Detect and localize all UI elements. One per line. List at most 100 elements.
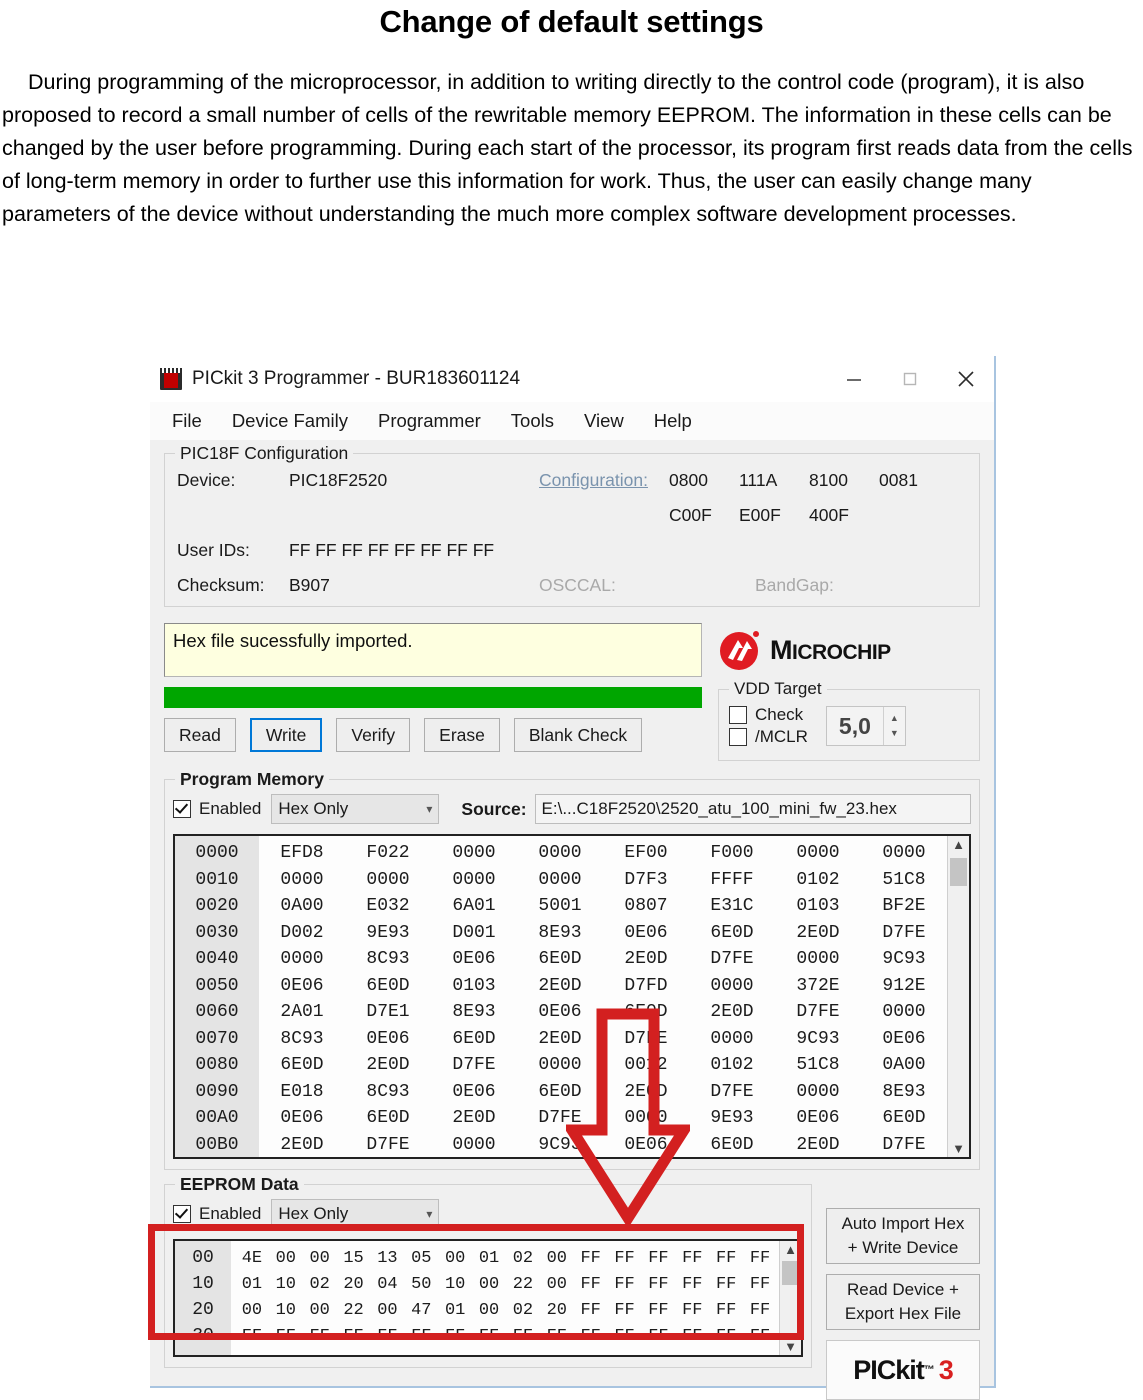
hex-data-cell[interactable]: 0000	[259, 949, 345, 969]
hex-data-cell[interactable]: FF	[709, 1301, 743, 1320]
hex-data-row[interactable]: 0E06 6E0D 2E0D D7FE 0000 9E93 0E06 6E0D	[259, 1105, 947, 1132]
hex-data-cell[interactable]: FF	[438, 1327, 472, 1346]
eeprom-view-combo[interactable]: Hex Only ▾	[271, 1199, 440, 1229]
hex-data-cell[interactable]: FF	[709, 1249, 743, 1268]
hex-data-cell[interactable]: FF	[675, 1301, 709, 1320]
close-button[interactable]	[938, 357, 994, 401]
hex-data-cell[interactable]: FF	[574, 1327, 608, 1346]
hex-data-cell[interactable]: 10	[269, 1275, 303, 1294]
hex-data-cell[interactable]: FF	[608, 1249, 642, 1268]
hex-data-cell[interactable]: FF	[303, 1327, 337, 1346]
hex-data-row[interactable]: 2A01 D7E1 8E93 0E06 6E0D 2E0D D7FE 0000	[259, 999, 947, 1026]
hex-data-cell[interactable]: 6E0D	[861, 1108, 947, 1128]
hex-data-cell[interactable]: 6E0D	[517, 949, 603, 969]
read-button[interactable]: Read	[164, 718, 236, 752]
hex-data-cell[interactable]: 6E0D	[689, 1135, 775, 1155]
hex-data-cell[interactable]: 0E06	[517, 1002, 603, 1022]
scrollbar-thumb[interactable]	[782, 1261, 799, 1285]
hex-data-cell[interactable]: 8C93	[259, 1029, 345, 1049]
hex-data-cell[interactable]: 2E0D	[431, 1108, 517, 1128]
hex-data-cell[interactable]: BF2E	[861, 896, 947, 916]
hex-data-cell[interactable]: 0E06	[431, 949, 517, 969]
hex-data-cell[interactable]: 00	[540, 1275, 574, 1294]
hex-data-row[interactable]: 00 10 00 22 00 47 01 00 02 20 FF FF FF FF FF FF	[235, 1297, 777, 1323]
hex-data-cell[interactable]: 0000	[603, 1108, 689, 1128]
hex-data-cell[interactable]: FF	[574, 1301, 608, 1320]
menu-item-help[interactable]: Help	[654, 410, 692, 432]
hex-data-cell[interactable]: 0E06	[259, 1108, 345, 1128]
menu-item-file[interactable]: File	[172, 410, 202, 432]
hex-data-cell[interactable]: 51C8	[861, 870, 947, 890]
program-memory-scrollbar[interactable]: ▲ ▼	[947, 836, 969, 1157]
vdd-stepper-down-icon[interactable]: ▼	[884, 726, 905, 741]
hex-data-cell[interactable]: F022	[345, 843, 431, 863]
vdd-voltage-stepper[interactable]: 5,0 ▲ ▼	[825, 706, 906, 746]
hex-data-cell[interactable]: 00	[438, 1249, 472, 1268]
hex-data-cell[interactable]: 20	[337, 1275, 371, 1294]
hex-data-cell[interactable]: 0102	[775, 870, 861, 890]
hex-data-cell[interactable]: FF	[642, 1327, 676, 1346]
erase-button[interactable]: Erase	[424, 718, 500, 752]
vdd-check-row[interactable]: Check	[729, 705, 808, 725]
scrollbar-thumb[interactable]	[950, 858, 967, 886]
hex-data-cell[interactable]: D7FE	[689, 949, 775, 969]
hex-data-cell[interactable]: FF	[269, 1327, 303, 1346]
hex-data-cell[interactable]: FF	[743, 1275, 777, 1294]
hex-data-cell[interactable]: 22	[506, 1275, 540, 1294]
hex-data-row[interactable]: 0E06 6E0D 0103 2E0D D7FD 0000 372E 912E	[259, 973, 947, 1000]
hex-data-cell[interactable]: FF	[608, 1327, 642, 1346]
write-button[interactable]: Write	[249, 718, 323, 752]
hex-data-cell[interactable]: 01	[235, 1275, 269, 1294]
hex-data-cell[interactable]: 00	[472, 1275, 506, 1294]
hex-data-cell[interactable]: FF	[337, 1327, 371, 1346]
hex-data-cell[interactable]: 00	[269, 1249, 303, 1268]
maximize-button[interactable]	[882, 357, 938, 401]
hex-data-cell[interactable]: 0000	[431, 870, 517, 890]
hex-data-cell[interactable]: 4E	[235, 1249, 269, 1268]
hex-data-row[interactable]: 2E0D D7FE 0000 9C93 0E06 6E0D 2E0D D7FE	[259, 1132, 947, 1159]
hex-data-cell[interactable]: 00	[303, 1301, 337, 1320]
hex-data-cell[interactable]: 0000	[517, 1055, 603, 1075]
hex-data-cell[interactable]: 9E93	[689, 1108, 775, 1128]
hex-data-cell[interactable]: FF	[743, 1249, 777, 1268]
hex-data-cell[interactable]: 6E0D	[517, 1082, 603, 1102]
hex-data-cell[interactable]: D7FE	[861, 923, 947, 943]
hex-data-cell[interactable]: D7FE	[345, 1135, 431, 1155]
hex-data-cell[interactable]: 2E0D	[517, 1029, 603, 1049]
program-memory-hex-grid[interactable]: 0000 0010 0020 0030 0040 0050 0060 0070 0080 0090…	[173, 834, 971, 1159]
configuration-link[interactable]: Configuration:	[539, 470, 669, 491]
hex-data-cell[interactable]: 0A00	[861, 1055, 947, 1075]
menu-item-view[interactable]: View	[584, 410, 624, 432]
hex-data-cell[interactable]: E018	[259, 1082, 345, 1102]
hex-data-cell[interactable]: 10	[269, 1301, 303, 1320]
hex-data-cell[interactable]: 0000	[517, 870, 603, 890]
program-memory-enabled-checkbox[interactable]	[173, 800, 191, 818]
hex-data-cell[interactable]: 0E06	[345, 1029, 431, 1049]
hex-data-cell[interactable]: 0103	[431, 976, 517, 996]
hex-data-cell[interactable]: D7FE	[517, 1108, 603, 1128]
hex-data-cell[interactable]: FF	[574, 1249, 608, 1268]
blank-check-button[interactable]: Blank Check	[513, 718, 643, 752]
hex-data-cell[interactable]: 00	[472, 1301, 506, 1320]
hex-data-cell[interactable]: 00	[371, 1301, 405, 1320]
hex-data-cell[interactable]: 8C93	[345, 1082, 431, 1102]
hex-data-cell[interactable]: 2A01	[259, 1002, 345, 1022]
hex-data-cell[interactable]: E032	[345, 896, 431, 916]
hex-data-cell[interactable]: 00	[540, 1249, 574, 1268]
program-memory-view-combo[interactable]: Hex Only ▾	[271, 794, 440, 824]
hex-data-cell[interactable]: 02	[506, 1301, 540, 1320]
auto-import-hex-write-device-button[interactable]: Auto Import Hex + Write Device	[826, 1208, 980, 1264]
hex-data-cell[interactable]: 8E93	[431, 1002, 517, 1022]
hex-data-cell[interactable]: 0000	[689, 1029, 775, 1049]
hex-data-cell[interactable]: D002	[259, 923, 345, 943]
hex-data-cell[interactable]: 0000	[775, 949, 861, 969]
source-path-field[interactable]: E:\...C18F2520\2520_atu_100_mini_fw_23.h…	[534, 794, 971, 824]
hex-data-cell[interactable]: 0000	[517, 843, 603, 863]
hex-data-cell[interactable]: FF	[709, 1275, 743, 1294]
hex-data-cell[interactable]: 22	[337, 1301, 371, 1320]
hex-data-cell[interactable]: FF	[608, 1301, 642, 1320]
hex-data-cell[interactable]: 372E	[775, 976, 861, 996]
hex-data-row[interactable]: 0000 0000 0000 0000 D7F3 FFFF 0102 51C8	[259, 867, 947, 894]
hex-data-row[interactable]: E018 8C93 0E06 6E0D 2E0D D7FE 0000 8E93	[259, 1079, 947, 1106]
program-memory-enabled-row[interactable]: Enabled	[173, 799, 261, 819]
